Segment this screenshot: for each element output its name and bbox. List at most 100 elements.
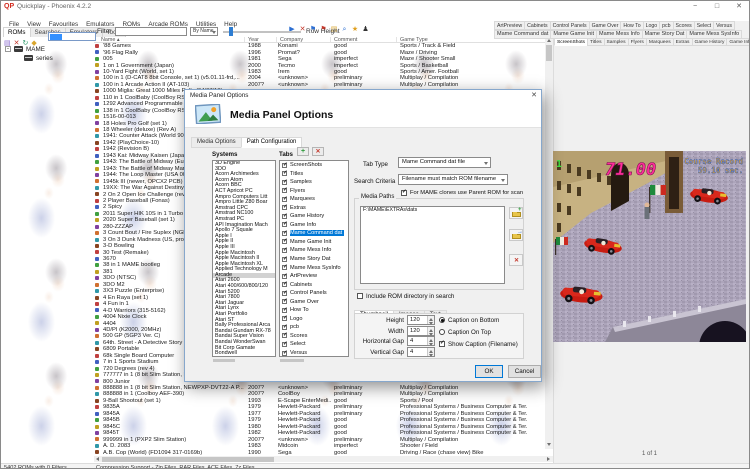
media-tab-mame-command-dat[interactable]: Mame Command dat	[494, 30, 551, 39]
spinner-buttons[interactable]	[427, 348, 434, 356]
dialog-close-icon[interactable]: ✕	[531, 91, 537, 99]
checkbox-checked-icon[interactable]: ✓	[282, 282, 287, 287]
scroll-down-icon[interactable]	[547, 443, 551, 446]
tab-checklist-item[interactable]: ✓Extras	[280, 204, 348, 213]
search-icon[interactable]: ⌕	[341, 26, 349, 34]
spinner-buttons[interactable]	[427, 337, 434, 345]
checkbox-checked-icon[interactable]: ✓	[282, 222, 287, 227]
checkbox-checked-icon[interactable]: ✓	[282, 351, 287, 356]
media-tab-marquees[interactable]: Marquees	[646, 38, 674, 46]
spinner-buttons[interactable]	[427, 327, 434, 335]
media-path-item[interactable]: F:\MAME\EXTRAs\dats	[361, 207, 504, 214]
tab-checklist-item[interactable]: ✓ScreenShots	[280, 161, 348, 170]
checkbox-checked-icon[interactable]: ✓	[282, 180, 287, 185]
field-spinner-height[interactable]: 120	[407, 315, 435, 325]
tab-checklist-item[interactable]: ✓Versus	[280, 349, 348, 357]
checkbox-checked-icon[interactable]: ✓	[282, 333, 287, 338]
tree-item-series[interactable]: series	[36, 55, 53, 62]
checkbox-checked-icon[interactable]: ✓	[282, 316, 287, 321]
dialog-title-bar[interactable]: Media Panel Options ✕	[185, 90, 541, 101]
cancel-button[interactable]: Cancel	[508, 365, 541, 378]
checkbox-checked-icon[interactable]: ✓	[282, 188, 287, 193]
tab-checklist-item[interactable]: ✓Mame Mess SysInfo	[280, 264, 348, 273]
tabs-hscrollbar[interactable]	[279, 358, 349, 362]
filter-input[interactable]	[115, 27, 187, 36]
maximize-icon[interactable]: □	[709, 2, 725, 12]
delete-path-button[interactable]: ✕	[509, 254, 523, 266]
minimize-icon[interactable]: −	[687, 2, 703, 12]
collapse-icon[interactable]: -	[5, 46, 11, 52]
sort-by-dropdown[interactable]: By Name	[190, 27, 218, 36]
spinner-up-icon[interactable]	[429, 339, 433, 342]
media-paths-list[interactable]: F:\MAME\EXTRAs\dats	[360, 206, 505, 284]
scroll-thumb[interactable]	[102, 457, 274, 462]
spinner-buttons[interactable]	[427, 316, 434, 324]
tab-checklist-item[interactable]: ✓Game Over	[280, 298, 348, 307]
clones-checkbox[interactable]: ✓	[401, 190, 407, 196]
tab-checklist-item[interactable]: ✓Cabinets	[280, 281, 348, 290]
checkbox-checked-icon[interactable]: ✓	[282, 197, 287, 202]
tab-checklist-item[interactable]: ✓Game History	[280, 212, 348, 221]
add-path-button[interactable]: +	[509, 207, 523, 219]
tab-type-dropdown[interactable]: Mame Command dat file	[398, 157, 491, 168]
list-horizontal-scrollbar[interactable]	[94, 456, 553, 462]
tabs-checklist[interactable]: ✓ScreenShots✓Titles✓Samples✓Flyers✓Marqu…	[279, 160, 349, 357]
tab-checklist-item[interactable]: ✓Game Info	[280, 221, 348, 230]
tab-checklist-item[interactable]: ✓Mame Mess Info	[280, 246, 348, 255]
tree-filter-input[interactable]	[48, 32, 96, 41]
checkbox-checked-icon[interactable]: ✓	[282, 274, 287, 279]
spinner-up-icon[interactable]	[429, 318, 433, 321]
system-item[interactable]: Bondwell	[213, 351, 275, 357]
checkbox-checked-icon[interactable]: ✓	[282, 248, 287, 253]
tab-checklist-item[interactable]: ✓Scores	[280, 332, 348, 341]
tab-checklist-item[interactable]: ✓Select	[280, 340, 348, 349]
media-tab-titles[interactable]: Titles	[587, 38, 605, 46]
tab-checklist-item[interactable]: ✓Samples	[280, 178, 348, 187]
field-spinner-width[interactable]: 120	[407, 326, 435, 336]
tab-checklist-item[interactable]: ✓Logo	[280, 315, 348, 324]
rom-row[interactable]: A.B. Cop (World) (FD1094 317-0169b)1990S…	[94, 449, 545, 455]
checkbox-checked-icon[interactable]: ✓	[282, 231, 287, 236]
search-criteria-dropdown[interactable]: Filename must match ROM filename	[398, 174, 508, 185]
tree-item-mame[interactable]: MAME	[26, 46, 45, 53]
checkbox-checked-icon[interactable]: ✓	[282, 325, 287, 330]
field-spinner-horizontal-gap[interactable]: 4	[407, 336, 435, 346]
list-vertical-scrollbar[interactable]	[545, 37, 553, 449]
checkbox-checked-icon[interactable]: ✓	[282, 342, 287, 347]
checkbox-checked-icon[interactable]: ✓	[282, 291, 287, 296]
media-tab-game-info[interactable]: Game Info	[726, 38, 750, 46]
media-tab-extras[interactable]: Extras	[673, 38, 693, 46]
tab-checklist-item[interactable]: ✓Mame Command dat	[280, 229, 348, 238]
media-tab-samples[interactable]: Samples	[604, 38, 629, 46]
joystick-icon[interactable]: ♟	[362, 25, 370, 33]
checkbox-checked-icon[interactable]: ✓	[282, 265, 287, 270]
media-tab-screenshots[interactable]: ScreenShots	[554, 38, 588, 46]
dialog-tab-media-options[interactable]: Media Options	[191, 137, 242, 148]
checkbox-checked-icon[interactable]: ✓	[282, 214, 287, 219]
scroll-right-icon[interactable]	[547, 457, 550, 461]
title-bar[interactable]: QP Quickplay - Phoenix 4.2.2 − □ ✕	[1, 1, 750, 13]
systems-hscrollbar[interactable]	[212, 358, 276, 362]
add-tab-button[interactable]: +	[297, 147, 309, 156]
spinner-up-icon[interactable]	[429, 329, 433, 332]
scroll-up-icon[interactable]	[547, 39, 551, 42]
checkbox-checked-icon[interactable]: ✓	[282, 257, 287, 262]
dialog-tab-path-configuration[interactable]: Path Configuration	[241, 137, 303, 148]
tab-checklist-item[interactable]: ✓Mame Story Dat	[280, 255, 348, 264]
scroll-thumb[interactable]	[546, 45, 552, 61]
ok-button[interactable]: OK	[475, 365, 503, 378]
caption-top-radio[interactable]	[439, 329, 445, 335]
checkbox-checked-icon[interactable]: ✓	[282, 171, 287, 176]
checkbox-checked-icon[interactable]: ✓	[282, 205, 287, 210]
field-spinner-vertical-gap[interactable]: 4	[407, 347, 435, 357]
checkbox-checked-icon[interactable]: ✓	[282, 299, 287, 304]
systems-list[interactable]: 3D Engine3DOAcorn ArchimedesAcorn AtomAc…	[212, 160, 276, 357]
scroll-left-icon[interactable]	[96, 457, 99, 461]
tab-checklist-item[interactable]: ✓Flyers	[280, 187, 348, 196]
tab-checklist-item[interactable]: ✓pcb	[280, 323, 348, 332]
row-height-slider-thumb[interactable]	[229, 27, 233, 36]
close-icon[interactable]: ✕	[731, 2, 747, 12]
checkbox-checked-icon[interactable]: ✓	[282, 239, 287, 244]
row-height-slider-track[interactable]	[223, 31, 301, 33]
include-rom-checkbox[interactable]	[357, 293, 363, 299]
